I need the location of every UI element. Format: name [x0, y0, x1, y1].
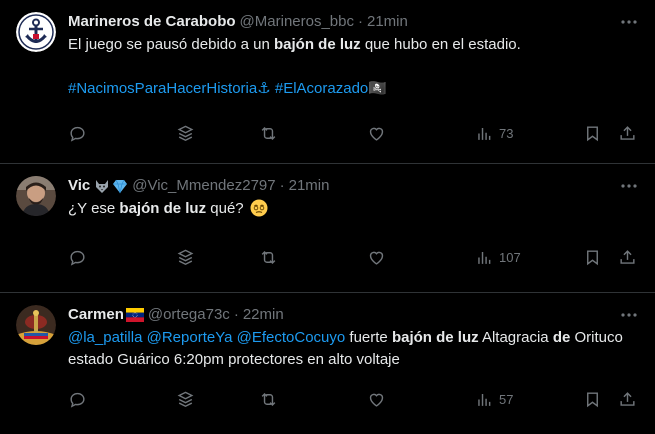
avatar[interactable]	[16, 305, 56, 345]
views-button[interactable]: 73	[475, 121, 513, 145]
wolf-emoji-icon	[96, 180, 109, 193]
reply-button[interactable]	[68, 121, 87, 145]
hashtag-link[interactable]: #NacimosParaHacerHistoria⚓	[68, 80, 271, 97]
confused-face-emoji-icon	[250, 199, 268, 217]
grok-icon	[177, 249, 194, 265]
reply-icon	[70, 126, 85, 142]
tweet-text: ¿Y ese bajón de luz qué?	[68, 198, 639, 220]
grok-icon	[177, 391, 194, 407]
mention-link[interactable]: @ReporteYa	[147, 329, 233, 346]
author-name[interactable]: Marineros de Carabobo	[68, 12, 236, 32]
hashtag-link[interactable]: #ElAcorazado🏴‍☠️	[275, 80, 387, 97]
retweet-icon	[261, 126, 276, 140]
venezuela-flag-icon	[125, 308, 144, 322]
bookmark-button[interactable]	[583, 121, 602, 145]
separator-dot: ·	[279, 177, 285, 194]
hashtags: #NacimosParaHacerHistoria⚓ #ElAcorazado🏴…	[68, 78, 639, 100]
views-icon	[478, 127, 491, 140]
grok-button[interactable]	[176, 387, 195, 411]
author-handle[interactable]: @ortega73c	[148, 305, 230, 325]
tweet-text: @la_patilla @ReporteYa @EfectoCocuyo fue…	[68, 329, 623, 368]
share-button[interactable]	[618, 387, 637, 411]
reply-button[interactable]	[68, 387, 87, 411]
bookmark-icon	[587, 125, 598, 141]
like-icon	[369, 127, 384, 141]
views-count: 107	[499, 249, 521, 265]
tweet-text: El juego se pausó debido a un bajón de l…	[68, 36, 521, 53]
mention-link[interactable]: @EfectoCocuyo	[237, 329, 346, 346]
like-button[interactable]	[367, 387, 386, 411]
bookmark-icon	[587, 249, 598, 265]
grok-button[interactable]	[176, 245, 195, 269]
like-icon	[369, 393, 384, 407]
share-button[interactable]	[618, 121, 637, 145]
views-icon	[478, 393, 491, 406]
separator-dot: ·	[358, 13, 363, 30]
views-button[interactable]: 57	[475, 387, 513, 411]
mention-link[interactable]: @la_patilla	[68, 329, 142, 346]
reply-button[interactable]	[68, 245, 87, 269]
author-handle[interactable]: @Vic_Mmendez2797	[132, 176, 275, 196]
action-bar: 73	[68, 121, 639, 145]
bookmark-button[interactable]	[583, 245, 602, 269]
reply-icon	[70, 250, 85, 266]
views-button[interactable]: 107	[475, 245, 521, 269]
more-icon[interactable]	[619, 305, 639, 325]
share-button[interactable]	[618, 245, 637, 269]
timestamp[interactable]: 22min	[243, 305, 284, 325]
retweet-icon	[261, 250, 276, 264]
avatar[interactable]	[16, 176, 56, 216]
grok-button[interactable]	[176, 121, 195, 145]
views-count: 57	[499, 391, 514, 407]
separator-dot: ·	[233, 306, 239, 323]
author-name[interactable]: Vic	[68, 176, 90, 196]
more-icon[interactable]	[619, 12, 639, 32]
tweet[interactable]: Vic @Vic_Mmendez2797 · 21min ¿Y ese bajó…	[0, 164, 655, 293]
more-icon[interactable]	[619, 176, 639, 196]
author-handle[interactable]: @Marineros_bbc	[240, 12, 354, 32]
bookmark-button[interactable]	[583, 387, 602, 411]
retweet-button[interactable]	[259, 387, 278, 411]
avatar[interactable]	[16, 12, 56, 52]
timestamp[interactable]: 21min	[367, 12, 408, 32]
retweet-button[interactable]	[259, 121, 278, 145]
timestamp[interactable]: 21min	[289, 176, 330, 196]
like-icon	[369, 251, 384, 265]
share-icon	[620, 391, 635, 406]
views-count: 73	[499, 125, 514, 141]
author-name[interactable]: Carmen	[68, 305, 124, 325]
tweet[interactable]: Marineros de Carabobo @Marineros_bbc · 2…	[0, 0, 655, 164]
like-button[interactable]	[367, 121, 386, 145]
share-icon	[620, 125, 635, 140]
bookmark-icon	[587, 391, 598, 407]
action-bar: 57	[68, 387, 639, 411]
grok-icon	[177, 125, 194, 141]
like-button[interactable]	[367, 245, 386, 269]
timeline-feed: Marineros de Carabobo @Marineros_bbc · 2…	[0, 0, 655, 434]
retweet-button[interactable]	[259, 245, 278, 269]
views-icon	[478, 251, 491, 264]
diamond-emoji-icon	[113, 179, 128, 194]
retweet-icon	[261, 392, 276, 406]
action-bar: 107	[68, 245, 639, 269]
tweet[interactable]: Carmen @ortega73c · 22min @la_patilla @R…	[0, 293, 655, 434]
reply-icon	[70, 392, 85, 408]
share-icon	[620, 249, 635, 264]
